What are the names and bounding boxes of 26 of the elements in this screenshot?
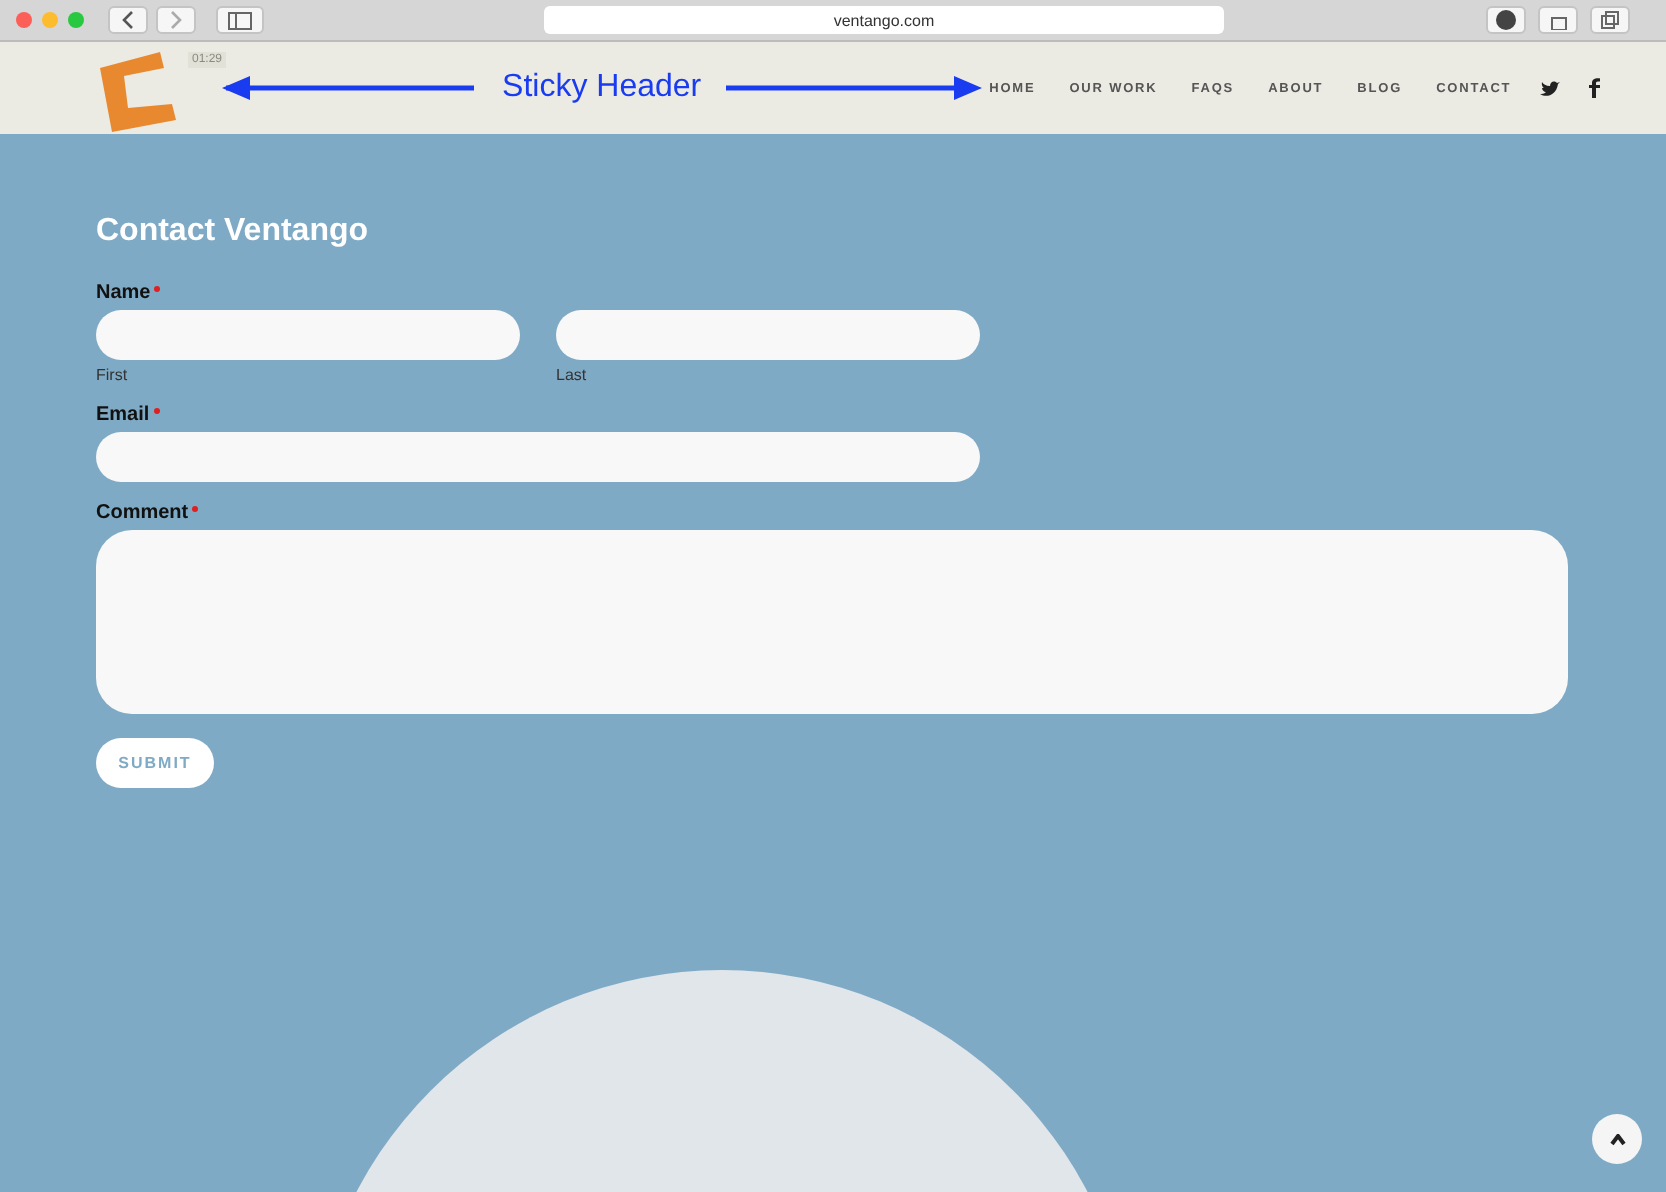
tabs-icon [1600, 10, 1620, 30]
field-sublabel: Last [556, 366, 589, 384]
field-label: Email [96, 404, 150, 426]
back-icon [120, 10, 136, 30]
sidebar-button[interactable] [216, 6, 264, 34]
logo-icon [96, 48, 180, 132]
sidebar-icon [228, 11, 252, 29]
field-label: Comment [96, 502, 189, 524]
input-field[interactable] [96, 310, 520, 360]
input-field[interactable] [556, 310, 980, 360]
letter-f-icon[interactable] [1587, 78, 1600, 98]
downloads-button[interactable] [1486, 6, 1526, 34]
scroll-top-button[interactable] [1592, 1114, 1642, 1164]
comment-field[interactable] [96, 530, 1568, 714]
field-sublabel: First [96, 366, 130, 384]
tabs-button[interactable] [1590, 6, 1630, 34]
caret-up-icon [1609, 1133, 1625, 1145]
address-field[interactable]: ventango.com [544, 6, 1224, 34]
field-label: Name [96, 282, 151, 304]
annotation-label: Sticky Header [502, 70, 702, 106]
share-button[interactable] [1538, 6, 1578, 34]
bird-icon[interactable] [1539, 79, 1560, 97]
form-title: Contact Ventango [96, 214, 371, 250]
forward-icon [168, 10, 184, 30]
back-button[interactable] [108, 6, 148, 34]
input-field[interactable] [96, 432, 980, 482]
